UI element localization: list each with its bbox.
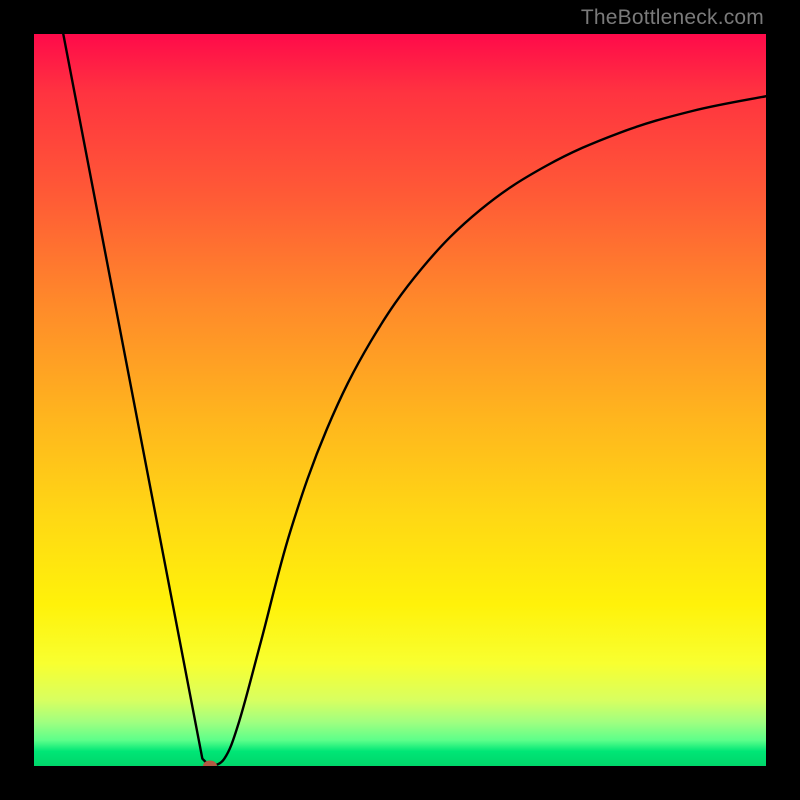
watermark-text: TheBottleneck.com [581,6,764,30]
sweet-spot-marker [203,761,217,767]
curve-svg [34,34,766,766]
plot-area [34,34,766,766]
bottleneck-curve-path [63,34,766,766]
chart-frame: TheBottleneck.com [0,0,800,800]
